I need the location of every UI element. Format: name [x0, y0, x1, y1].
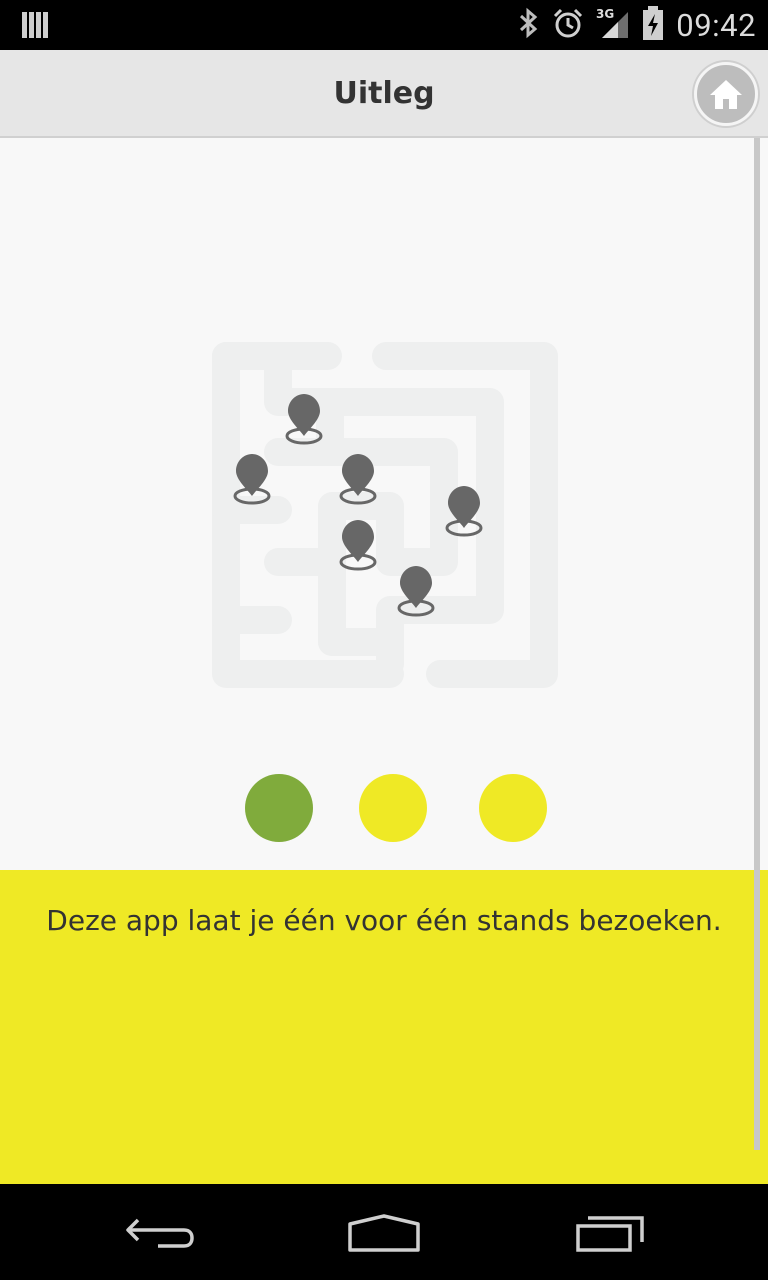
alarm-icon	[552, 7, 584, 43]
signal-icon: 3G	[596, 6, 630, 44]
back-button[interactable]	[110, 1206, 210, 1262]
recents-icon	[576, 1216, 644, 1252]
status-bar: 3G 09:42	[0, 0, 768, 50]
info-text: Deze app laat je één voor één stands bez…	[46, 904, 722, 937]
location-pin-icon	[285, 394, 323, 445]
clock: 09:42	[676, 6, 756, 44]
page-dot-1[interactable]	[245, 774, 313, 842]
page-indicator	[0, 774, 768, 844]
home-nav-icon	[348, 1214, 420, 1252]
page-dot-3[interactable]	[479, 774, 547, 842]
home-nav-button[interactable]	[334, 1206, 434, 1262]
location-pin-icon	[233, 454, 271, 505]
scrollbar[interactable]	[754, 138, 760, 1150]
battery-icon	[642, 6, 664, 44]
notification-icon	[22, 10, 48, 44]
action-bar: Uitleg	[0, 50, 768, 138]
back-icon	[126, 1218, 194, 1248]
page-dot-2[interactable]	[359, 774, 427, 842]
home-icon	[710, 80, 742, 109]
content-area: Deze app laat je één voor één stands bez…	[0, 138, 768, 1184]
home-button[interactable]	[694, 62, 758, 126]
navigation-bar	[0, 1184, 768, 1280]
location-pin-icon	[339, 520, 377, 571]
page-title: Uitleg	[333, 76, 435, 111]
maze-illustration	[212, 342, 558, 688]
recents-button[interactable]	[560, 1206, 660, 1262]
bluetooth-icon	[518, 7, 540, 43]
svg-text:3G: 3G	[596, 7, 614, 21]
info-panel: Deze app laat je één voor één stands bez…	[0, 870, 768, 1184]
